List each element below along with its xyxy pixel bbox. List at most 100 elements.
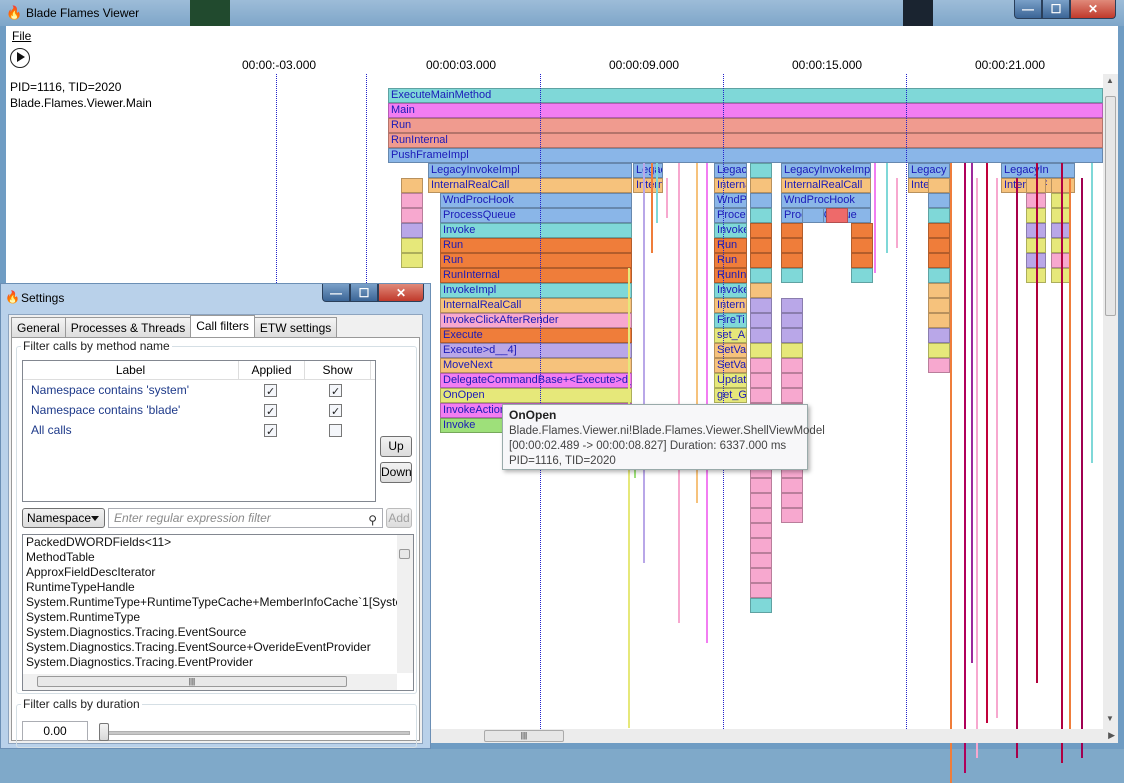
search-icon[interactable]: ⚲ [368,511,377,529]
flame-bar-unlabeled[interactable] [781,493,803,508]
filter-row[interactable]: Namespace contains 'blade' [23,400,375,422]
flame-bar[interactable]: Invoke [714,223,747,238]
regex-filter-input[interactable]: Enter regular expression filter ⚲ [108,508,383,528]
flame-bar-root[interactable]: ExecuteMainMethod [388,88,1103,103]
flame-bar-unlabeled[interactable] [928,343,950,358]
method-list-item[interactable]: System.Diagnostics.Tracing.EventSource+O… [23,640,413,655]
flame-bar-unlabeled[interactable] [781,388,803,403]
flame-bar[interactable]: LegacyInvokeImpl [428,163,632,178]
flame-bar-root[interactable]: Main [388,103,1103,118]
play-button[interactable] [10,48,30,68]
flame-bar-root[interactable]: RunInternal [388,133,1103,148]
scrollbar-thumb[interactable]: ||| [37,676,347,687]
minimize-button[interactable]: — [1014,0,1042,19]
flame-bar[interactable]: WndProcHook [440,193,632,208]
flame-bar[interactable]: RunIn [714,268,747,283]
method-list-item[interactable]: MethodTable [23,550,413,565]
flame-bar-unlabeled[interactable] [401,208,423,223]
show-checkbox[interactable] [329,402,342,422]
flame-bar-unlabeled[interactable] [750,358,772,373]
flame-bar-root[interactable]: Run [388,118,1103,133]
flame-bar-unlabeled[interactable] [928,298,950,313]
flame-bar[interactable]: InvokeImpl [440,283,632,298]
flame-bar-unlabeled[interactable] [928,358,950,373]
flame-bar-unlabeled[interactable] [750,598,772,613]
flame-bar-unlabeled[interactable] [750,268,772,283]
flame-bar-unlabeled[interactable] [750,253,772,268]
applied-checkbox[interactable] [264,402,277,422]
method-list-item[interactable]: System.RuntimeType [23,610,413,625]
flame-bar-unlabeled[interactable] [851,238,873,253]
flame-bar-unlabeled[interactable] [781,253,803,268]
flame-bar-unlabeled[interactable] [750,178,772,193]
filter-row[interactable]: All calls [23,420,375,442]
flame-bar-unlabeled[interactable] [750,523,772,538]
flame-bar-unlabeled[interactable] [750,493,772,508]
method-list-item[interactable]: System.RuntimeType+RuntimeTypeCache+Memb… [23,595,413,610]
flame-bar-unlabeled[interactable] [802,208,824,223]
flame-bar-unlabeled[interactable] [781,223,803,238]
flame-bar-unlabeled[interactable] [928,178,950,193]
flame-bar-unlabeled[interactable] [851,223,873,238]
flame-bar[interactable]: Updat [714,373,747,388]
list-vertical-scrollbar[interactable] [397,535,413,673]
method-list-item[interactable]: System.Diagnostics.Tracing.EventProvider [23,655,413,670]
flame-bar-unlabeled[interactable] [750,373,772,388]
scroll-right-icon[interactable]: ▶ [1108,730,1115,741]
flame-bar-unlabeled[interactable] [750,553,772,568]
flame-bar-unlabeled[interactable] [401,178,423,193]
flame-bar-unlabeled[interactable] [750,313,772,328]
minimize-button[interactable]: — [322,284,350,302]
applied-checkbox[interactable] [264,422,277,442]
flame-bar-unlabeled[interactable] [928,208,950,223]
flame-bar[interactable]: LegacyIn [1001,163,1075,178]
flame-bar-unlabeled[interactable] [401,253,423,268]
flame-bar-unlabeled[interactable] [750,163,772,178]
tab-call-filters[interactable]: Call filters [190,315,255,338]
flame-bar[interactable]: Execute>d__4] [440,343,632,358]
method-list-item[interactable]: ApproxFieldDescIterator [23,565,413,580]
flame-bar-unlabeled[interactable] [781,508,803,523]
flame-bar[interactable]: Legacy [633,163,663,178]
duration-slider-thumb[interactable] [99,723,109,741]
scroll-down-icon[interactable]: ▼ [1106,714,1114,723]
flame-bar-unlabeled[interactable] [781,358,803,373]
method-list-item[interactable]: PackedDWORDFields<11> [23,535,413,550]
flame-bar-root[interactable]: PushFrameImpl [388,148,1103,163]
flame-bar[interactable]: SetVal [714,343,747,358]
list-horizontal-scrollbar[interactable]: ||| [23,674,397,690]
flame-bar[interactable]: Run [714,253,747,268]
show-checkbox[interactable] [329,382,342,402]
up-button[interactable]: Up [380,436,412,457]
scrollbar-thumb[interactable] [399,549,410,559]
flame-bar-unlabeled[interactable] [928,223,950,238]
flame-bar[interactable]: Legacy [714,163,747,178]
flame-bar-unlabeled[interactable] [750,328,772,343]
flame-bar[interactable]: Execute [440,328,632,343]
horizontal-scrollbar[interactable]: ||| ▶ [426,729,1118,743]
flame-bar[interactable]: Intern [633,178,663,193]
flame-bar-unlabeled[interactable] [781,238,803,253]
flame-bar-unlabeled[interactable] [928,313,950,328]
flame-bar-unlabeled[interactable] [781,373,803,388]
down-button[interactable]: Down [380,462,412,483]
flame-bar-unlabeled[interactable] [750,388,772,403]
duration-input[interactable]: 0.00 [22,721,88,741]
flame-bar[interactable]: InvokeClickAfterRender [440,313,632,328]
maximize-button[interactable]: ☐ [350,284,378,302]
flame-bar[interactable]: WndP [714,193,747,208]
column-label[interactable]: Label [23,361,239,379]
close-button[interactable]: ✕ [378,284,424,302]
flame-bar-unlabeled[interactable] [781,328,803,343]
scrollbar-thumb[interactable] [1105,96,1116,316]
flame-bar[interactable]: Legacy [908,163,950,178]
flame-bar-unlabeled[interactable] [781,343,803,358]
show-checkbox[interactable] [329,424,342,438]
flame-bar[interactable]: Run [440,253,632,268]
flame-bar[interactable]: InternalRealCall [440,298,632,313]
filter-row[interactable]: Namespace contains 'system' [23,380,375,402]
flame-bar[interactable]: get_G [714,388,747,403]
flame-bar-unlabeled[interactable] [928,268,950,283]
flame-bar[interactable]: set_Ar [714,328,747,343]
method-list-item[interactable]: System.Diagnostics.Tracing.EventSource [23,625,413,640]
